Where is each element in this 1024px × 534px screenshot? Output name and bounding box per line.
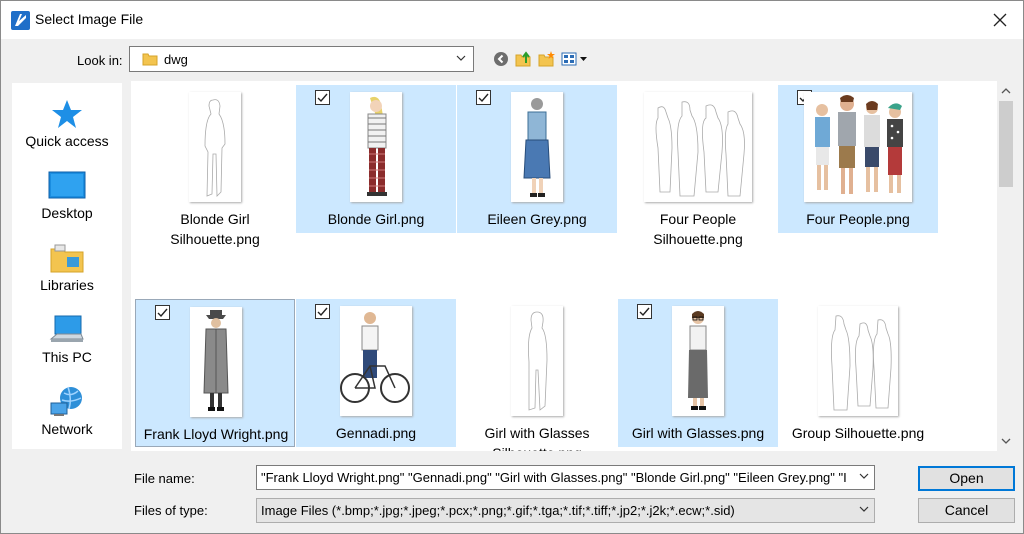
file-item-four-people[interactable]: Four People.png bbox=[778, 85, 938, 233]
file-item-eileen-grey[interactable]: Eileen Grey.png bbox=[457, 85, 617, 233]
file-label: Four People.png bbox=[806, 211, 910, 227]
place-label: Network bbox=[41, 421, 93, 437]
image-thumbnail bbox=[644, 92, 752, 202]
file-label: Gennadi.png bbox=[335, 425, 417, 441]
chevron-down-icon bbox=[858, 502, 870, 519]
file-item-group-silhouette[interactable]: Group Silhouette.png bbox=[778, 299, 938, 447]
place-libraries[interactable]: Libraries bbox=[12, 235, 122, 301]
image-thumbnail bbox=[189, 92, 241, 202]
chevron-down-icon[interactable] bbox=[858, 469, 870, 486]
checkmark-icon bbox=[157, 308, 168, 318]
image-thumbnail bbox=[511, 92, 563, 202]
chevron-up-icon bbox=[1001, 88, 1011, 94]
app-logo-icon bbox=[11, 11, 30, 30]
look-in-label: Look in: bbox=[77, 53, 123, 68]
files-of-type-label: Files of type: bbox=[134, 503, 208, 518]
window-title: Select Image File bbox=[35, 11, 144, 27]
checkmark-icon bbox=[317, 307, 328, 317]
file-name-value: "Frank Lloyd Wright.png" "Gennadi.png" "… bbox=[261, 470, 847, 485]
computer-icon bbox=[49, 315, 84, 342]
checkmark-icon bbox=[478, 93, 489, 103]
image-thumbnail bbox=[350, 92, 402, 202]
star-icon bbox=[52, 100, 82, 128]
places-bar: Quick access Desktop Libraries This PC N… bbox=[12, 83, 122, 449]
look-in-value: dwg bbox=[164, 52, 188, 67]
folder-icon bbox=[142, 52, 158, 69]
desktop-icon bbox=[48, 171, 86, 199]
checkbox-checked[interactable] bbox=[315, 304, 330, 319]
close-icon bbox=[993, 13, 1007, 27]
place-label: Desktop bbox=[41, 205, 93, 221]
libraries-icon bbox=[50, 244, 84, 273]
new-folder-button[interactable] bbox=[537, 49, 557, 69]
image-thumbnail bbox=[672, 306, 724, 416]
network-icon bbox=[50, 386, 82, 416]
file-item-blonde-girl[interactable]: Blonde Girl.png bbox=[296, 85, 456, 233]
back-button[interactable] bbox=[491, 49, 511, 69]
file-item-four-people-silhouette[interactable]: Four People Silhouette.png bbox=[618, 85, 778, 247]
back-icon bbox=[494, 52, 508, 66]
file-label: Girl with Glasses Silhouette.png bbox=[484, 425, 590, 451]
file-item-girl-with-glasses-silhouette[interactable]: Girl with Glasses Silhouette.png bbox=[457, 299, 617, 451]
checkbox-checked[interactable] bbox=[637, 304, 652, 319]
place-label: Quick access bbox=[25, 133, 109, 149]
look-in-dropdown[interactable]: dwg bbox=[129, 46, 474, 72]
up-folder-button[interactable] bbox=[514, 49, 534, 69]
checkmark-icon bbox=[317, 93, 328, 103]
image-thumbnail bbox=[190, 307, 242, 417]
close-button[interactable] bbox=[977, 1, 1023, 39]
place-network[interactable]: Network bbox=[12, 379, 122, 445]
title-bar: Select Image File bbox=[1, 1, 1023, 39]
checkmark-icon bbox=[639, 307, 650, 317]
file-item-gennadi[interactable]: Gennadi.png bbox=[296, 299, 456, 447]
place-quick-access[interactable]: Quick access bbox=[12, 91, 122, 157]
up-folder-icon bbox=[515, 51, 531, 67]
files-of-type-dropdown[interactable]: Image Files (*.bmp;*.jpg;*.jpeg;*.pcx;*.… bbox=[256, 498, 875, 523]
file-item-frank-lloyd-wright[interactable]: Frank Lloyd Wright.png bbox=[135, 299, 295, 447]
file-item-girl-with-glasses[interactable]: Girl with Glasses.png bbox=[618, 299, 778, 447]
view-menu-icon bbox=[561, 52, 587, 66]
file-label: Frank Lloyd Wright.png bbox=[143, 426, 289, 442]
file-label: Blonde Girl.png bbox=[327, 211, 425, 227]
checkbox-checked[interactable] bbox=[476, 90, 491, 105]
open-button[interactable]: Open bbox=[918, 466, 1015, 491]
file-view[interactable]: Blonde Girl Silhouette.png Blonde Girl.p… bbox=[131, 81, 997, 451]
image-thumbnail bbox=[804, 92, 912, 202]
file-name-input[interactable]: "Frank Lloyd Wright.png" "Gennadi.png" "… bbox=[256, 465, 875, 490]
place-this-pc[interactable]: This PC bbox=[12, 307, 122, 373]
checkbox-checked[interactable] bbox=[155, 305, 170, 320]
file-label: Four People Silhouette.png bbox=[653, 211, 743, 247]
scroll-down-button[interactable] bbox=[997, 431, 1015, 451]
place-label: This PC bbox=[42, 349, 92, 365]
file-label: Blonde Girl Silhouette.png bbox=[170, 211, 260, 247]
image-thumbnail bbox=[818, 306, 898, 416]
cancel-button[interactable]: Cancel bbox=[918, 498, 1015, 523]
chevron-down-icon bbox=[455, 51, 467, 68]
select-image-dialog: Select Image File Look in: dwg Quick acc… bbox=[0, 0, 1024, 534]
files-of-type-value: Image Files (*.bmp;*.jpg;*.jpeg;*.pcx;*.… bbox=[261, 503, 735, 518]
image-thumbnail bbox=[511, 306, 563, 416]
scrollbar-thumb[interactable] bbox=[999, 101, 1013, 187]
view-menu-button[interactable] bbox=[560, 49, 590, 69]
chevron-down-icon bbox=[1001, 438, 1011, 444]
vertical-scrollbar[interactable] bbox=[997, 81, 1015, 451]
scroll-up-button[interactable] bbox=[997, 81, 1015, 101]
file-name-label: File name: bbox=[134, 471, 195, 486]
file-label: Girl with Glasses.png bbox=[631, 425, 765, 441]
place-desktop[interactable]: Desktop bbox=[12, 163, 122, 229]
file-item-blonde-girl-silhouette[interactable]: Blonde Girl Silhouette.png bbox=[135, 85, 295, 247]
image-thumbnail bbox=[340, 306, 412, 416]
new-folder-icon bbox=[538, 51, 555, 67]
file-label: Eileen Grey.png bbox=[487, 211, 587, 227]
checkbox-checked[interactable] bbox=[315, 90, 330, 105]
file-label: Group Silhouette.png bbox=[791, 425, 925, 441]
place-label: Libraries bbox=[40, 277, 94, 293]
